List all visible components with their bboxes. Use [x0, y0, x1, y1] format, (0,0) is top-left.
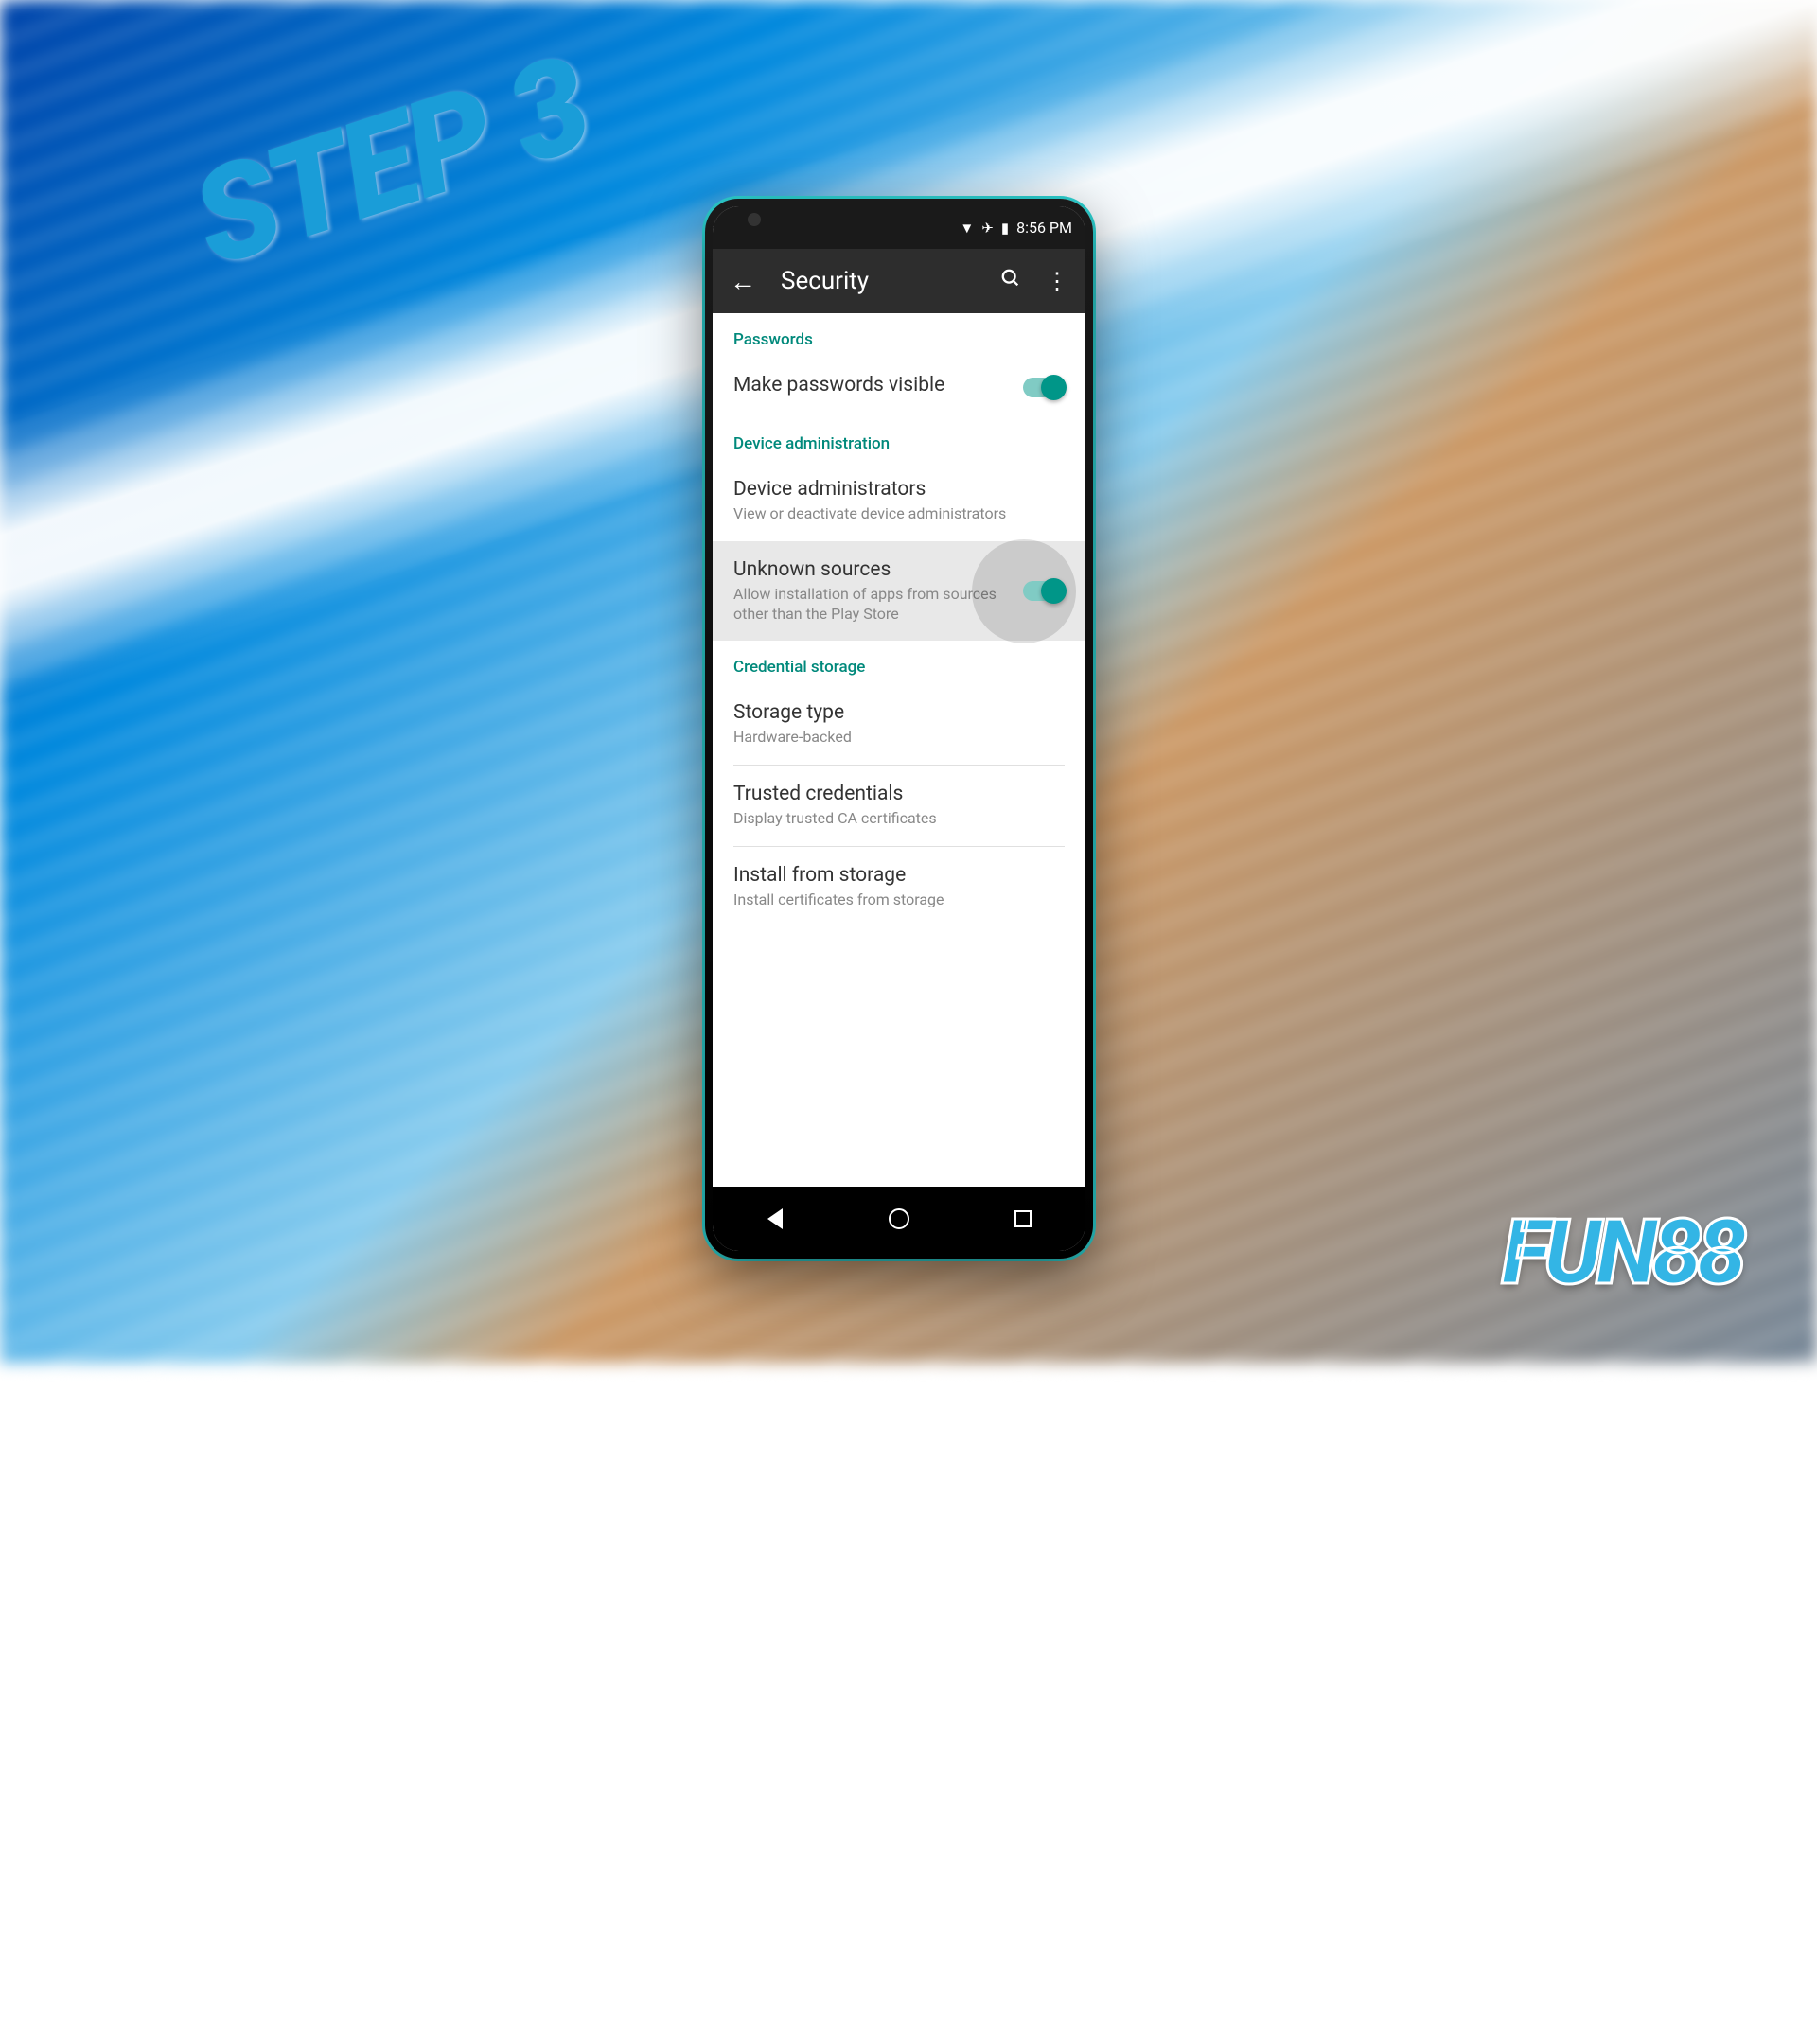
triangle-back-icon [767, 1208, 783, 1229]
setting-trusted-credentials[interactable]: Trusted credentials Display trusted CA c… [713, 766, 1085, 846]
setting-title: Make passwords visible [733, 374, 1008, 396]
phone-screen: ▼ ✈ ▮ 8:56 PM ← Security ⋮ Passwords Mak… [713, 206, 1085, 1251]
nav-back-button[interactable] [761, 1205, 789, 1233]
setting-subtitle: Install certificates from storage [733, 890, 1065, 910]
section-header-device-admin: Device administration [713, 417, 1085, 461]
airplane-icon: ✈ [981, 220, 994, 237]
setting-subtitle: Allow installation of apps from sources … [733, 585, 1008, 625]
setting-subtitle: Display trusted CA certificates [733, 809, 1065, 829]
brand-logo: FUN88 [1502, 1201, 1741, 1306]
search-icon[interactable] [1000, 268, 1021, 294]
setting-install-from-storage[interactable]: Install from storage Install certificate… [713, 847, 1085, 927]
phone-mockup-frame: ▼ ✈ ▮ 8:56 PM ← Security ⋮ Passwords Mak… [705, 199, 1093, 1259]
setting-make-passwords-visible[interactable]: Make passwords visible [713, 357, 1085, 417]
status-time: 8:56 PM [1016, 219, 1072, 237]
battery-icon: ▮ [1001, 220, 1009, 237]
toggle-unknown-sources[interactable] [1023, 581, 1065, 601]
setting-title: Install from storage [733, 864, 1065, 887]
nav-recent-button[interactable] [1009, 1205, 1037, 1233]
status-bar: ▼ ✈ ▮ 8:56 PM [713, 206, 1085, 249]
camera-notch [748, 213, 761, 226]
toggle-passwords-visible[interactable] [1023, 378, 1065, 397]
setting-title: Trusted credentials [733, 783, 1065, 805]
settings-scroll-content[interactable]: Passwords Make passwords visible Device … [713, 313, 1085, 1187]
setting-storage-type[interactable]: Storage type Hardware-backed [713, 684, 1085, 765]
app-bar: ← Security ⋮ [713, 249, 1085, 313]
wifi-icon: ▼ [960, 220, 974, 237]
setting-unknown-sources[interactable]: Unknown sources Allow installation of ap… [713, 541, 1085, 642]
page-title: Security [781, 267, 976, 295]
back-arrow-icon[interactable]: ← [730, 266, 756, 297]
toggle-thumb [1041, 578, 1067, 604]
nav-home-button[interactable] [885, 1205, 913, 1233]
setting-title: Unknown sources [733, 558, 1008, 581]
section-header-credential-storage: Credential storage [713, 641, 1085, 684]
setting-title: Device administrators [733, 478, 1065, 501]
setting-subtitle: View or deactivate device administrators [733, 504, 1065, 524]
setting-subtitle: Hardware-backed [733, 728, 1065, 748]
setting-device-administrators[interactable]: Device administrators View or deactivate… [713, 461, 1085, 541]
circle-home-icon [889, 1208, 909, 1229]
navigation-bar [713, 1187, 1085, 1251]
toggle-thumb [1041, 375, 1067, 400]
square-recent-icon [1014, 1210, 1032, 1227]
overflow-menu-icon[interactable]: ⋮ [1046, 268, 1068, 294]
section-header-passwords: Passwords [713, 313, 1085, 357]
setting-title: Storage type [733, 701, 1065, 724]
